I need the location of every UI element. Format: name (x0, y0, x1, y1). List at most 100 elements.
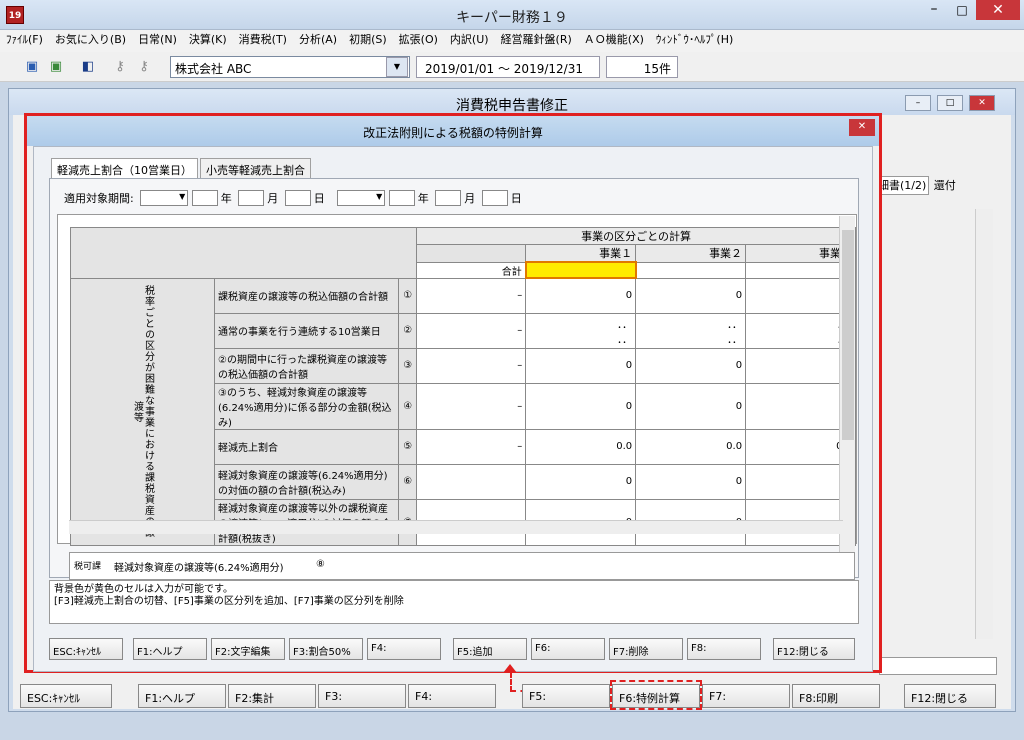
monitor-icon[interactable]: ▣ (22, 57, 42, 77)
note-line-2: [F3]軽減売上割合の切替、[F5]事業の区分列を追加、[F7]事業の区分列を削… (54, 596, 404, 607)
f2-button[interactable]: F2:集計 (228, 684, 316, 708)
row-label: 課税資産の譲渡等の税込価額の合計額 (213, 277, 400, 314)
key-icon[interactable]: ⚷ (110, 57, 130, 77)
esc-button[interactable]: ESC:ｷｬﾝｾﾙ (20, 684, 112, 708)
dlg-f8-button[interactable]: F8: (687, 638, 761, 660)
input-cell-total-1[interactable] (524, 261, 637, 279)
chevron-down-icon: ▼ (179, 192, 186, 201)
row-total: – (416, 382, 527, 430)
year-unit-end: 年 (417, 192, 429, 205)
menu-favorites[interactable]: お気に入り(B) (49, 30, 132, 50)
menu-initial[interactable]: 初期(S) (343, 30, 393, 50)
tab-detail[interactable]: 細書(1/2) (875, 176, 930, 195)
month-field[interactable] (238, 190, 265, 206)
period-display: 2019/01/01 ～ 2019/12/31 (416, 56, 600, 78)
f5-button[interactable]: F5: (522, 684, 610, 708)
cell-value[interactable]: 0 (635, 277, 747, 314)
day-field-end[interactable] (481, 190, 508, 206)
dlg-f7-button[interactable]: F7:削除 (609, 638, 683, 660)
maximize-button[interactable]: □ (948, 0, 976, 20)
col-header-2: 事業２ (635, 244, 747, 263)
menu-analysis[interactable]: 分析(A) (293, 30, 343, 50)
count-display: 15件 (606, 56, 678, 78)
bg-scrollbar[interactable] (975, 209, 993, 639)
bg-tabs: 細書(1/2) 還付 (875, 176, 1005, 201)
child-restore-button[interactable]: □ (937, 95, 963, 111)
menu-daily[interactable]: 日常(N) (132, 30, 183, 50)
menu-file[interactable]: ﾌｧｲﾙ(F) (0, 30, 49, 50)
close-button[interactable]: ✕ (976, 0, 1020, 20)
company-select[interactable]: 株式会社 ABC (170, 56, 410, 78)
cell-value[interactable]: 0 (635, 347, 747, 384)
dialog-close-button[interactable]: ✕ (849, 119, 875, 136)
dlg-esc-button[interactable]: ESC:ｷｬﾝｾﾙ (49, 638, 123, 660)
minimize-button[interactable]: – (920, 0, 948, 20)
row-total: – (416, 347, 527, 384)
cell-value[interactable]: 0 (525, 347, 637, 384)
menu-compass[interactable]: 経営羅針盤(R) (495, 30, 578, 50)
window-icon[interactable]: ◧ (78, 57, 98, 77)
menu-window-help[interactable]: ｳｨﾝﾄﾞｳ･ﾍﾙﾌﾟ(H) (650, 30, 739, 50)
arrow-up-icon (503, 664, 517, 673)
menu-closing[interactable]: 決算(K) (183, 30, 233, 50)
day-field[interactable] (284, 190, 311, 206)
note-line-1: 背景色が黄色のセルは入力が可能です。 (54, 584, 233, 595)
f4-button[interactable]: F4: (408, 684, 496, 708)
year-field[interactable] (191, 190, 218, 206)
save-icon[interactable]: ▣ (46, 57, 66, 77)
menu-tax[interactable]: 消費税(T) (233, 30, 293, 50)
chevron-down-icon[interactable]: ▼ (386, 57, 408, 77)
dlg-f3-button[interactable]: F3:割合50% (289, 638, 363, 660)
cell-value[interactable]: 0.0 (635, 428, 747, 465)
menu-breakdown[interactable]: 内訳(U) (444, 30, 495, 50)
tab-refund[interactable]: 還付 (933, 177, 957, 194)
year-field-end[interactable] (388, 190, 415, 206)
grid-hscroll[interactable] (69, 520, 843, 534)
total-label: 合計 (416, 261, 527, 279)
f7-button[interactable]: F7: (702, 684, 790, 708)
row-total (416, 463, 527, 500)
menu-extend[interactable]: 拡張(O) (393, 30, 444, 50)
special-calc-dialog: 改正法附則による税額の特例計算 ✕ 軽減売上割合（10営業日） 小売等軽減売上割合… (24, 113, 882, 673)
child-minimize-button[interactable]: – (905, 95, 931, 111)
cell-value[interactable]: 0 (635, 463, 747, 500)
dlg-f5-button[interactable]: F5:追加 (453, 638, 527, 660)
f12-close-button[interactable]: F12:閉じる (904, 684, 996, 708)
cell-value[interactable]: 0 (525, 382, 637, 430)
period-label: 適用対象期間: (64, 192, 134, 205)
dlg-f6-button[interactable]: F6: (531, 638, 605, 660)
dlg-f1-button[interactable]: F1:ヘルプ (133, 638, 207, 660)
month-field-end[interactable] (435, 190, 462, 206)
f3-button[interactable]: F3: (318, 684, 406, 708)
cell-value[interactable]: 0 (525, 277, 637, 314)
f8-print-button[interactable]: F8:印刷 (792, 684, 880, 708)
row-label: ③のうち、軽減対象資産の譲渡等(6.24%適用分)に係る部分の金額(税込み) (213, 382, 400, 430)
extra-row-label: 軽減対象資産の譲渡等(6.24%適用分) (114, 563, 284, 574)
scroll-thumb[interactable] (842, 230, 854, 440)
era-select[interactable]: ▼ (140, 190, 189, 206)
dlg-f4-button[interactable]: F4: (367, 638, 441, 660)
row-label: 軽減対象資産の譲渡等(6.24%適用分)の対価の額の合計額(税込み) (213, 463, 400, 500)
row-label: 軽減売上割合 (213, 428, 400, 465)
corner-cell (69, 227, 418, 279)
dlg-f12-button[interactable]: F12:閉じる (773, 638, 855, 660)
cell-value[interactable]: ．． ．． (635, 312, 747, 349)
dlg-f2-button[interactable]: F2:文字編集 (211, 638, 285, 660)
row-total: – (416, 277, 527, 314)
row-number: ⑥ (398, 463, 418, 500)
row-total: – (416, 312, 527, 349)
extra-side-label: 税可課 (74, 562, 102, 572)
cell-value[interactable]: ．． ．． (525, 312, 637, 349)
cell-value[interactable]: 0 (635, 382, 747, 430)
era-select-end[interactable]: ▼ (337, 190, 386, 206)
grid-vscroll[interactable] (839, 216, 855, 568)
cell-value[interactable]: 0.0 (525, 428, 637, 465)
input-cell-total-2[interactable] (635, 261, 747, 279)
child-close-button[interactable]: ✕ (969, 95, 995, 111)
row-label: 通常の事業を行う連続する10営業日 (213, 312, 400, 349)
child-title-bar: 消費税申告書修正 – □ ✕ (9, 89, 1015, 115)
f1-button[interactable]: F1:ヘルプ (138, 684, 226, 708)
menu-ao[interactable]: ＡＯ機能(X) (578, 30, 650, 50)
cell-value[interactable]: 0 (525, 463, 637, 500)
key2-icon[interactable]: ⚷ (134, 57, 154, 77)
